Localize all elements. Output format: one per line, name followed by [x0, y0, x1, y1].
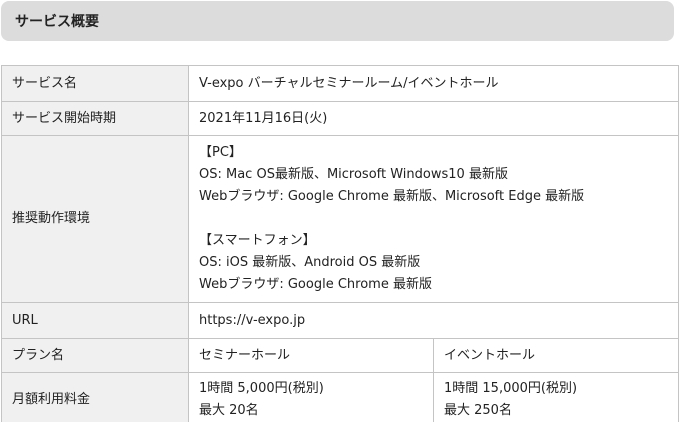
plan-label: プラン名: [1, 338, 189, 373]
pc-os: OS: Mac OS最新版、Microsoft Windows10 最新版: [199, 167, 508, 182]
table-row: サービス名 V-expo バーチャルセミナールーム/イベントホール: [1, 65, 680, 102]
seminar-price: 1時間 5,000円(税別): [199, 380, 324, 396]
event-fee: 1時間 15,000円(税別) 最大 250名: [432, 372, 680, 422]
start-date-label: サービス開始時期: [1, 101, 189, 136]
table-row: サービス開始時期 2021年11月16日(火): [1, 101, 680, 136]
pc-heading: 【PC】: [199, 145, 242, 160]
plan-event-hall: イベントホール: [432, 338, 680, 373]
environment-value: 【PC】 OS: Mac OS最新版、Microsoft Windows10 最…: [187, 135, 680, 303]
pc-browser: Webブラウザ: Google Chrome 最新版、Microsoft Edg…: [199, 189, 585, 204]
smartphone-os: OS: iOS 最新版、Android OS 最新版: [199, 255, 421, 270]
event-capacity: 最大 250名: [444, 402, 512, 418]
url-label: URL: [1, 302, 189, 339]
table-row: 推奨動作環境 【PC】 OS: Mac OS最新版、Microsoft Wind…: [1, 135, 680, 303]
url-value: https://v-expo.jp: [187, 302, 680, 339]
monthly-fee-label: 月額利用料金: [1, 372, 189, 422]
smartphone-heading: 【スマートフォン】: [199, 233, 316, 248]
start-date-value: 2021年11月16日(火): [187, 101, 680, 136]
service-name-value: V-expo バーチャルセミナールーム/イベントホール: [187, 65, 680, 102]
table-row: プラン名 セミナーホール イベントホール: [1, 338, 680, 373]
section-title: サービス概要: [1, 1, 674, 41]
service-overview-table: サービス名 V-expo バーチャルセミナールーム/イベントホール サービス開始…: [1, 65, 680, 422]
seminar-fee: 1時間 5,000円(税別) 最大 20名: [188, 372, 434, 422]
service-name-label: サービス名: [1, 65, 189, 102]
table-row: 月額利用料金 1時間 5,000円(税別) 最大 20名 1時間 15,000円…: [1, 372, 680, 422]
environment-label: 推奨動作環境: [1, 135, 189, 303]
plan-seminar-hall: セミナーホール: [188, 338, 434, 373]
event-price: 1時間 15,000円(税別): [444, 380, 578, 396]
smartphone-browser: Webブラウザ: Google Chrome 最新版: [199, 277, 432, 292]
seminar-capacity: 最大 20名: [199, 402, 259, 418]
table-row: URL https://v-expo.jp: [1, 302, 680, 339]
